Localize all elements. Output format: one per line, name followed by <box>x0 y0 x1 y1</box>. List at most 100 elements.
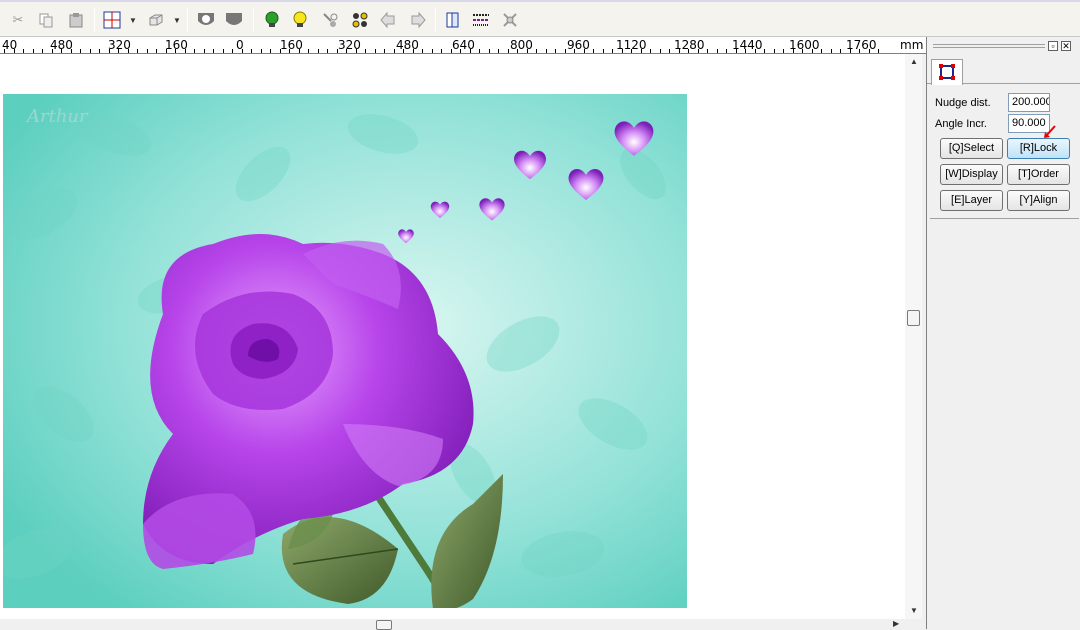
ruler-tick <box>90 49 91 53</box>
restore-icon[interactable]: ▫ <box>1048 41 1058 51</box>
align-button[interactable]: [Y]Align <box>1007 190 1070 211</box>
view-3d-icon[interactable] <box>146 10 166 30</box>
shape-b-icon[interactable] <box>224 10 244 30</box>
panel-titlebar[interactable]: ▫ ✕ <box>927 37 1080 54</box>
ruler-tick <box>251 49 252 53</box>
nudge-input[interactable]: 200.000 <box>1008 93 1050 112</box>
ruler-tick <box>118 49 119 53</box>
ruler-tick <box>840 49 841 53</box>
tools-icon[interactable] <box>500 10 520 30</box>
ruler-tick <box>327 49 328 53</box>
ruler-tick <box>42 49 43 53</box>
ruler-tick <box>52 49 53 53</box>
select-button[interactable]: [Q]Select <box>940 138 1003 159</box>
shape-a-icon[interactable] <box>196 10 216 30</box>
ruler-tick <box>232 49 233 53</box>
ruler-tick <box>508 49 509 53</box>
ruler-label: 640 <box>452 38 475 52</box>
ruler-tick <box>546 49 547 53</box>
ruler-label: 960 <box>567 38 590 52</box>
ruler-tick <box>536 49 537 53</box>
layer-button[interactable]: [E]Layer <box>940 190 1003 211</box>
ruler-tick <box>147 49 148 53</box>
ruler-tick <box>270 49 271 53</box>
ruler-label: 800 <box>510 38 533 52</box>
ruler-tick <box>489 49 490 53</box>
ruler-tick <box>650 49 651 53</box>
scroll-down-icon[interactable]: ▼ <box>910 606 918 615</box>
ruler-tick <box>156 49 157 53</box>
ruler-tick <box>413 49 414 53</box>
ruler-tick <box>859 49 860 53</box>
ruler-tick <box>137 49 138 53</box>
ruler-tick <box>175 49 176 53</box>
ruler-tick <box>517 49 518 53</box>
ruler-tick <box>61 49 62 53</box>
view-dropdown-icon[interactable]: ▼ <box>172 10 182 30</box>
ruler-tick <box>14 49 15 53</box>
snap-dropdown-icon[interactable]: ▼ <box>128 10 138 30</box>
ruler-tick <box>346 49 347 53</box>
ruler-tick <box>498 49 499 53</box>
horizontal-scrollbar[interactable]: ▶ <box>0 619 922 630</box>
ruler-tick <box>736 49 737 53</box>
ruler-tick <box>109 49 110 53</box>
cut-icon[interactable]: ✂ <box>8 10 28 30</box>
lock-button[interactable]: [R]Lock <box>1007 138 1070 159</box>
ruler-tick <box>194 49 195 53</box>
ruler-tick <box>869 49 870 53</box>
rose-artwork-image[interactable]: Arthur <box>3 94 687 608</box>
ruler-tick <box>337 49 338 53</box>
scroll-up-icon[interactable]: ▲ <box>910 57 918 66</box>
transform-panel: ▫ ✕ Nudge dist. 200.000 Angle Incr. 90.0… <box>926 37 1080 629</box>
copy-icon[interactable] <box>36 10 56 30</box>
node-edit-icon[interactable] <box>320 10 340 30</box>
ruler-tick <box>612 49 613 53</box>
panel-body: Nudge dist. 200.000 Angle Incr. 90.000 [… <box>930 87 1079 219</box>
snap-icon[interactable] <box>102 10 122 30</box>
ruler-tick <box>584 49 585 53</box>
ruler-unit: mm <box>900 38 924 52</box>
ruler-tick <box>451 49 452 53</box>
ruler-tick <box>793 49 794 53</box>
ruler-tick <box>242 49 243 53</box>
book-icon[interactable] <box>443 10 463 30</box>
pattern-icon[interactable] <box>471 10 491 30</box>
ruler-tick <box>726 49 727 53</box>
ruler-tick <box>878 49 879 53</box>
ruler-tick <box>850 49 851 53</box>
ruler-tick <box>289 49 290 53</box>
transform-tab-icon <box>939 64 955 80</box>
close-icon[interactable]: ✕ <box>1061 41 1071 51</box>
bulb-green-icon[interactable] <box>262 10 282 30</box>
display-button[interactable]: [W]Display <box>940 164 1003 185</box>
transform-tab[interactable] <box>931 59 963 85</box>
ruler-tick <box>707 49 708 53</box>
ruler-tick <box>33 49 34 53</box>
vertical-scroll-thumb[interactable] <box>907 310 920 326</box>
ruler-tick <box>422 49 423 53</box>
ruler-tick <box>318 49 319 53</box>
scroll-right-icon[interactable]: ▶ <box>893 619 899 628</box>
ruler-tick <box>660 49 661 53</box>
ruler-tick <box>166 49 167 53</box>
ruler-tick <box>821 49 822 53</box>
panel-tabbar <box>927 57 1080 85</box>
ruler-tick <box>479 49 480 53</box>
drawing-canvas[interactable]: Arthur <box>0 54 905 619</box>
ruler-tick <box>280 49 281 53</box>
bulb-yellow-icon[interactable] <box>290 10 310 30</box>
ruler-tick <box>783 49 784 53</box>
paste-icon[interactable] <box>66 10 86 30</box>
pointer-arrow-icon <box>1044 125 1056 138</box>
vertical-scrollbar[interactable]: ▲ ▼ <box>905 54 922 619</box>
ruler-tick <box>764 49 765 53</box>
node-group-icon[interactable] <box>350 10 370 30</box>
arrow-left-icon[interactable] <box>378 10 398 30</box>
ruler-tick <box>23 49 24 53</box>
ruler-tick <box>527 49 528 53</box>
ruler-tick <box>745 49 746 53</box>
ruler-tick <box>622 49 623 53</box>
order-button[interactable]: [T]Order <box>1007 164 1070 185</box>
arrow-right-icon[interactable] <box>408 10 428 30</box>
